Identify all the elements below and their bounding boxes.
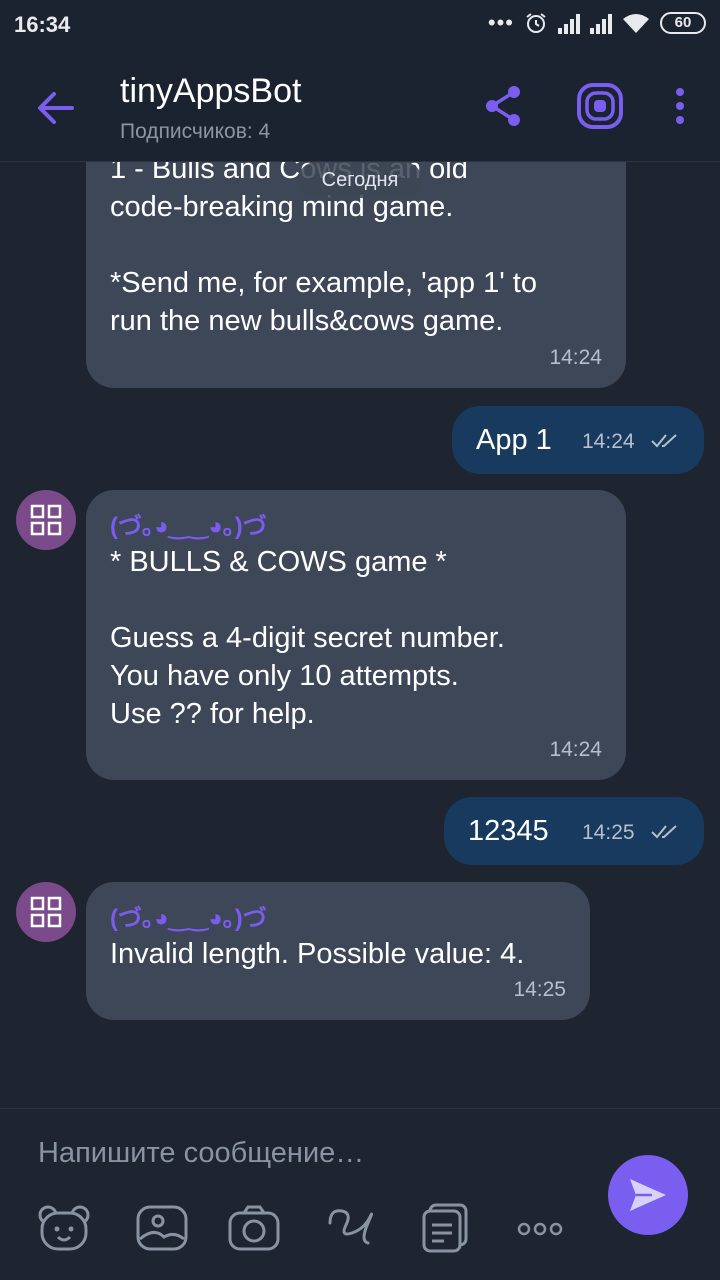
- share-icon[interactable]: [484, 84, 524, 128]
- signal-icon: [590, 12, 612, 34]
- bot-avatar[interactable]: [16, 490, 76, 550]
- battery-icon: 60: [660, 12, 706, 34]
- message-text: App 1: [476, 424, 552, 456]
- more-notifications-icon: •••: [487, 10, 514, 35]
- message-list[interactable]: 1 - Bulls and Cows is an old code-breaki…: [0, 162, 720, 1108]
- message-time: 14:24: [582, 430, 635, 453]
- outgoing-message[interactable]: App 1 14:24: [452, 406, 704, 474]
- more-vertical-icon[interactable]: [668, 86, 692, 126]
- bot-avatar[interactable]: [16, 882, 76, 942]
- status-icons: ••• 60: [488, 10, 706, 36]
- gallery-icon[interactable]: [134, 1203, 190, 1253]
- read-receipt-icon: [651, 434, 677, 448]
- chat-title[interactable]: tinyAppsBot: [120, 72, 301, 111]
- date-divider: Сегодня: [298, 162, 422, 198]
- back-arrow-icon[interactable]: [34, 86, 78, 130]
- send-button[interactable]: [608, 1155, 688, 1235]
- sender-name: (づ｡◕‿‿◕｡)づ: [110, 905, 267, 932]
- incoming-message[interactable]: (づ｡◕‿‿◕｡)づ * BULLS & COWS game * Guess a…: [86, 490, 626, 780]
- message-text: 12345: [468, 815, 549, 847]
- sender-name: (づ｡◕‿‿◕｡)づ: [110, 513, 267, 540]
- wifi-icon: [623, 14, 649, 33]
- message-text: Invalid length. Possible value: 4.: [110, 938, 525, 970]
- apps-grid-icon: [30, 896, 62, 928]
- incoming-message[interactable]: (づ｡◕‿‿◕｡)づ Invalid length. Possible valu…: [86, 882, 590, 1020]
- read-receipt-icon: [651, 825, 677, 839]
- alarm-icon: [526, 13, 546, 33]
- gif-icon[interactable]: [418, 1203, 474, 1253]
- chat-header: tinyAppsBot Подписчиков: 4: [0, 52, 720, 162]
- message-time: 14:24: [549, 346, 602, 369]
- message-time: 14:25: [513, 978, 566, 1001]
- message-composer: Напишите сообщение…: [0, 1108, 720, 1280]
- status-time: 16:34: [14, 12, 71, 37]
- send-icon: [630, 1179, 666, 1211]
- doodle-icon[interactable]: [324, 1203, 380, 1253]
- message-input[interactable]: Напишите сообщение…: [38, 1137, 364, 1170]
- message-text: * BULLS & COWS game * Guess a 4-digit se…: [110, 546, 505, 730]
- message-time: 14:24: [549, 738, 602, 761]
- signal-icon: [558, 12, 580, 34]
- sticker-icon[interactable]: [36, 1203, 92, 1253]
- status-bar: 16:34 ••• 60: [0, 0, 720, 52]
- more-horizontal-icon[interactable]: [512, 1203, 568, 1253]
- viber-channel-icon[interactable]: [576, 82, 624, 130]
- outgoing-message[interactable]: 12345 14:25: [444, 797, 704, 865]
- camera-icon[interactable]: [226, 1203, 282, 1253]
- apps-grid-icon: [30, 504, 62, 536]
- chat-subtitle: Подписчиков: 4: [120, 120, 271, 143]
- message-time: 14:25: [582, 821, 635, 844]
